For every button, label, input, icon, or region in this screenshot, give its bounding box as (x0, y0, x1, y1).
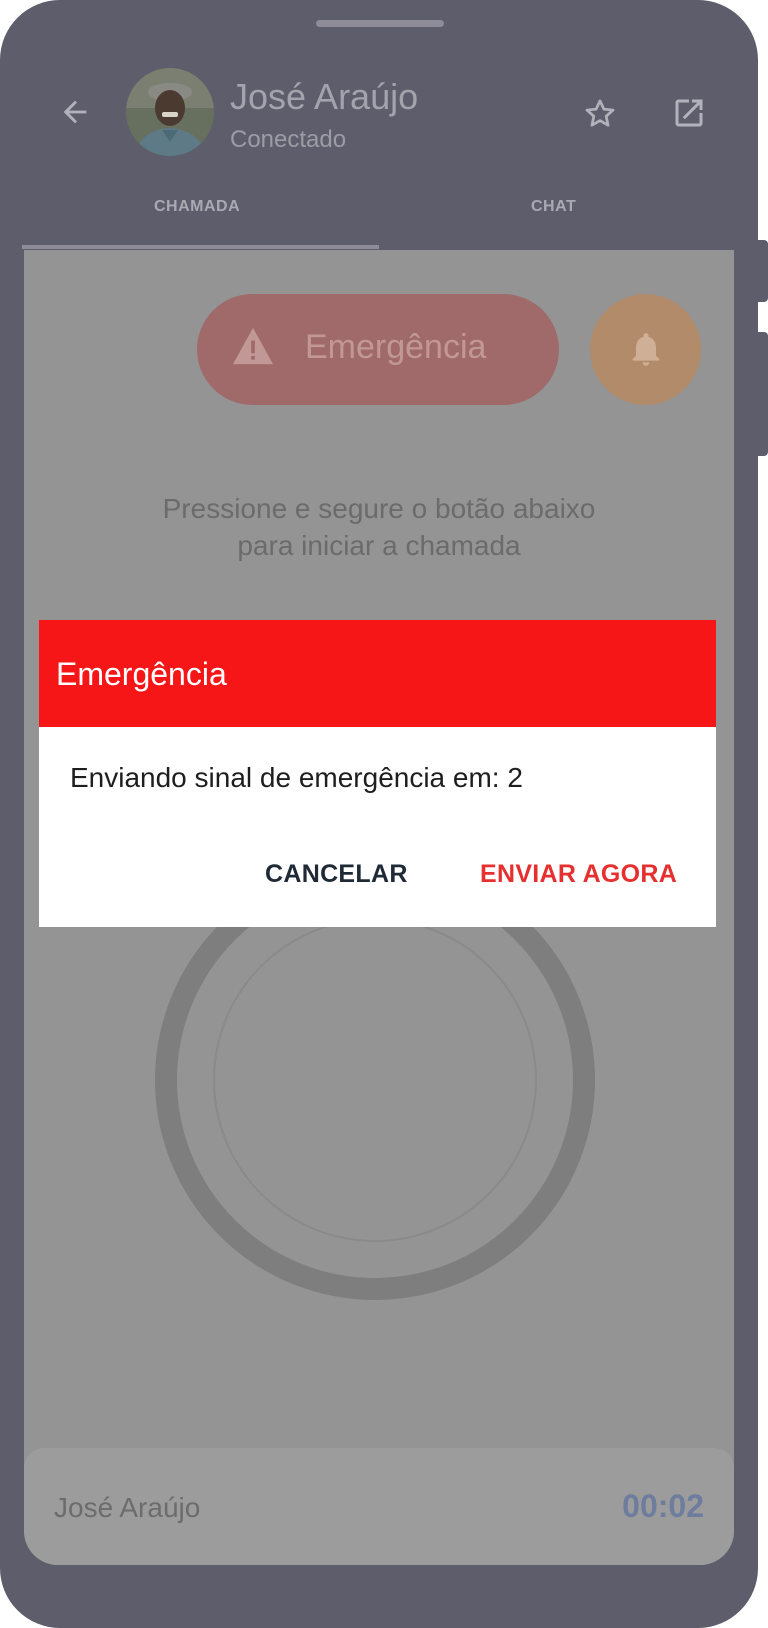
bell-icon (632, 333, 660, 366)
emergency-dialog: Emergência Enviando sinal de emergência … (39, 620, 716, 927)
call-status-bar: José Araújo 00:02 (24, 1448, 734, 1565)
instruction-line-2: para iniciar a chamada (237, 530, 521, 561)
warning-icon (233, 327, 273, 365)
open-external-icon[interactable] (671, 95, 707, 131)
cancel-button[interactable]: CANCELAR (265, 860, 408, 889)
emergency-button[interactable]: Emergência (197, 294, 559, 405)
side-button-lower (754, 332, 768, 456)
instruction-line-1: Pressione e segure o botão abaixo (162, 493, 596, 524)
call-hold-button-inner (213, 918, 537, 1242)
avatar (126, 68, 214, 156)
call-instructions: Pressione e segure o botão abaixo para i… (24, 490, 734, 564)
call-contact-name: José Araújo (54, 1492, 201, 1523)
dialog-header: Emergência (39, 620, 716, 727)
contact-name: José Araújo (230, 76, 419, 117)
send-now-button[interactable]: ENVIAR AGORA (480, 860, 677, 889)
contact-status: Conectado (230, 126, 347, 153)
star-icon[interactable] (582, 96, 618, 132)
dialog-message: Enviando sinal de emergência em: 2 (70, 762, 523, 793)
emergency-button-label: Emergência (305, 328, 487, 366)
active-tab-indicator (22, 245, 379, 249)
app-header: José Araújo Conectado CHAMADA CHAT (0, 0, 758, 249)
alarm-button[interactable] (590, 294, 701, 405)
dialog-title: Emergência (56, 656, 227, 692)
tab-chat[interactable]: CHAT (531, 198, 576, 216)
side-button-upper (754, 240, 768, 302)
back-arrow-icon[interactable] (58, 95, 92, 129)
tab-chamada[interactable]: CHAMADA (154, 198, 240, 216)
phone-frame: José Araújo Conectado CHAMADA CHAT Emerg… (0, 0, 758, 1628)
call-timer: 00:02 (622, 1488, 704, 1524)
